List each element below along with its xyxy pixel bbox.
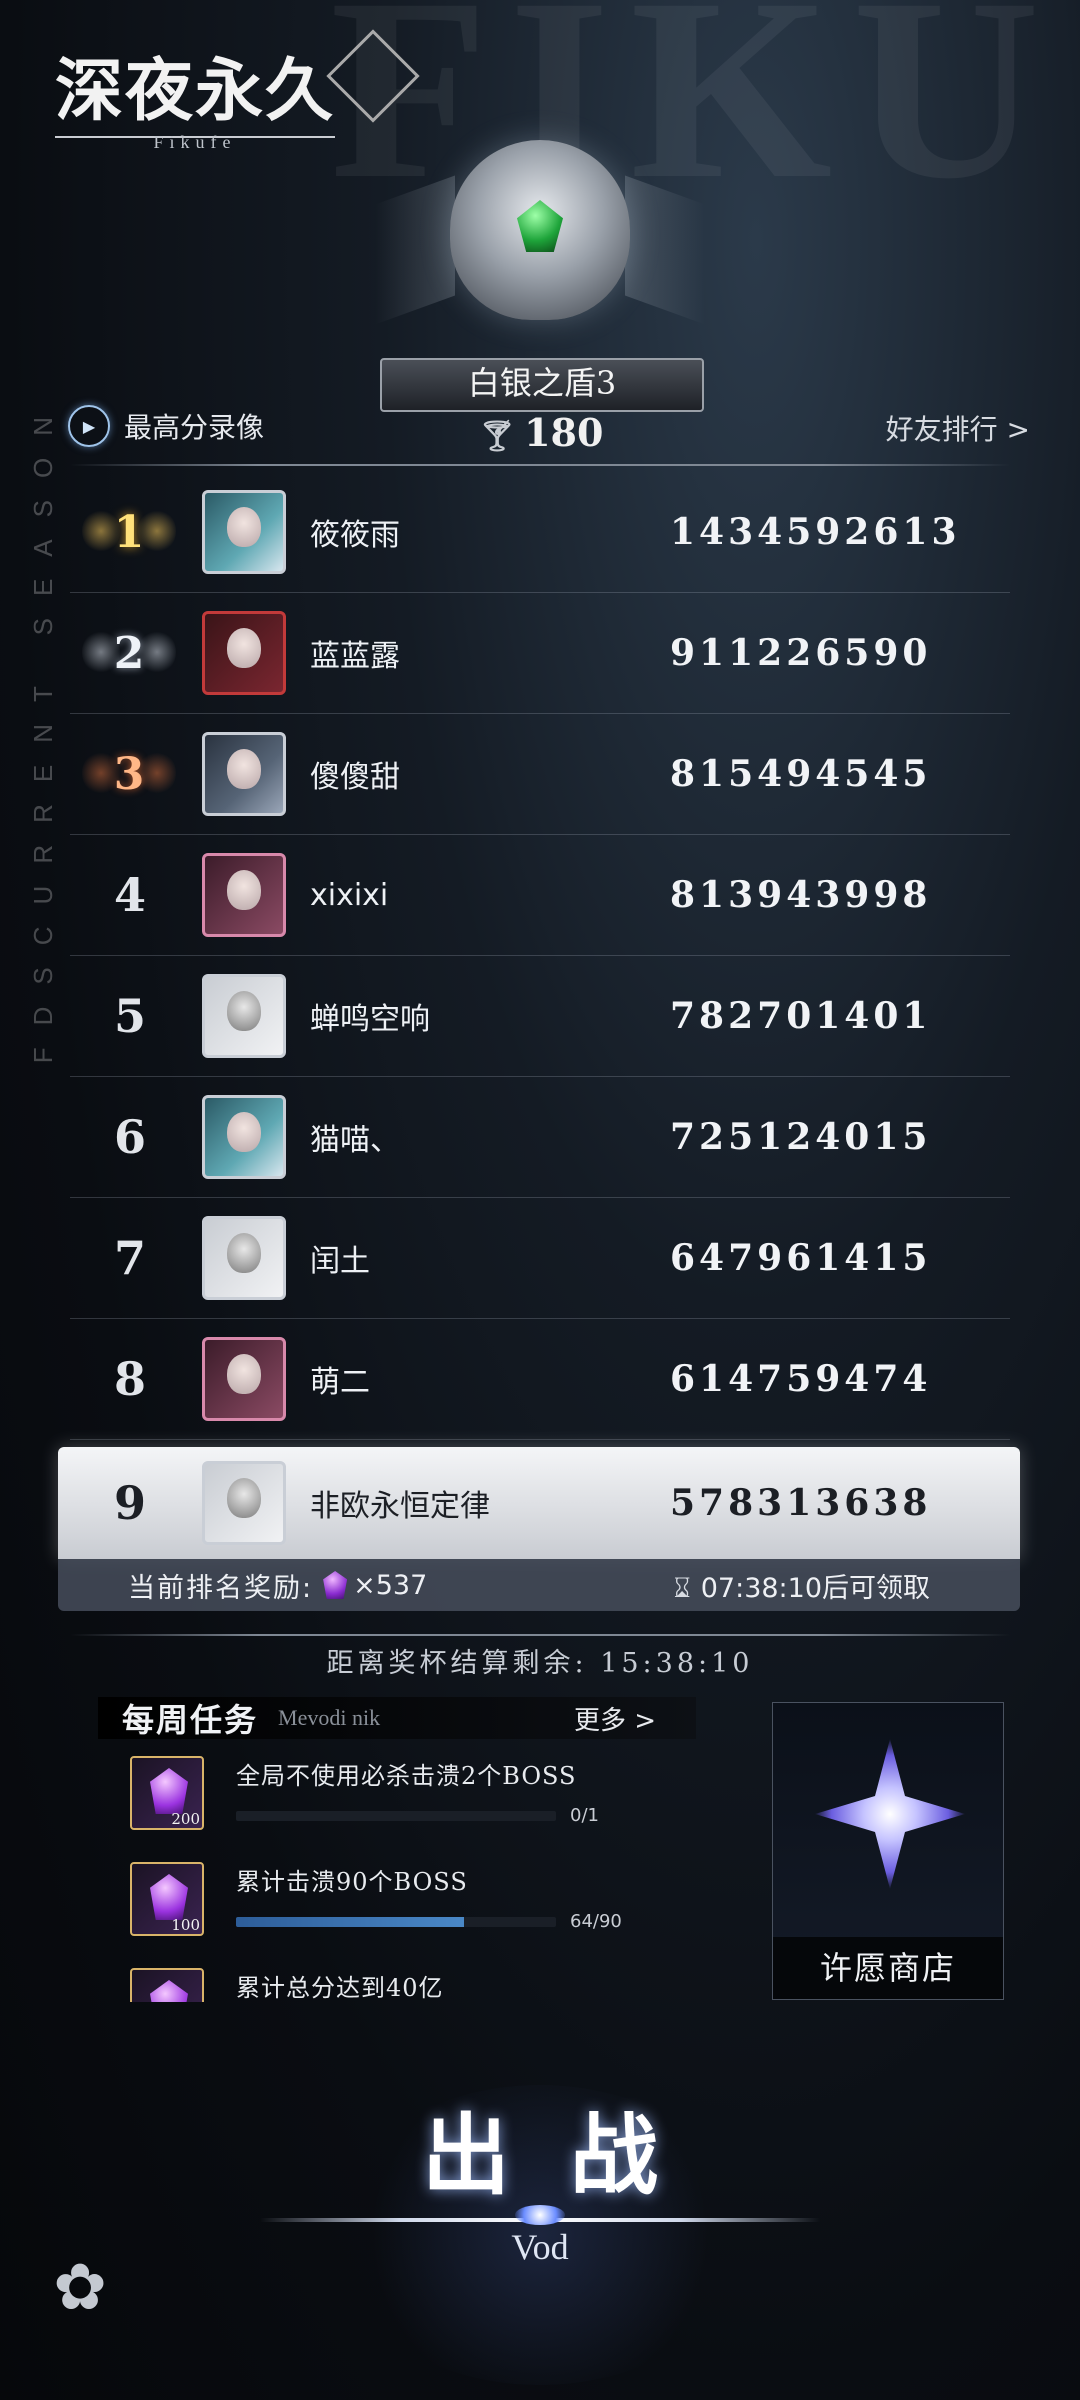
avatar[interactable] bbox=[202, 1337, 286, 1421]
player-name: 蓝蓝露 bbox=[310, 639, 400, 674]
battle-button[interactable]: 出战 Vod bbox=[0, 2085, 1080, 2385]
my-rank-number: 9 bbox=[113, 1476, 146, 1530]
my-rank-row[interactable]: 9 非欧永恒定律 578313638 bbox=[58, 1447, 1020, 1559]
leaderboard-row[interactable]: 8 萌二 614759474 bbox=[70, 1319, 1010, 1440]
battle-glow bbox=[515, 2205, 565, 2225]
player-name: 萌二 bbox=[310, 1365, 370, 1400]
task-progress-bar bbox=[236, 1916, 556, 1927]
player-score: 647961415 bbox=[670, 1237, 932, 1279]
player-name: xixixi bbox=[310, 877, 389, 913]
season-side-text: FDSCURRENT SEASON bbox=[28, 395, 58, 1064]
leaderboard-row[interactable]: 5 蝉鸣空响 782701401 bbox=[70, 956, 1010, 1077]
leaderboard-row[interactable]: 4 xixixi 813943998 bbox=[70, 835, 1010, 956]
avatar[interactable] bbox=[202, 1095, 286, 1179]
rank-tier-banner: 白银之盾3 bbox=[380, 358, 704, 412]
purple-gem-icon bbox=[150, 1980, 188, 2002]
weekly-tasks-title: 每周任务 bbox=[122, 1701, 259, 1739]
player-score: 813943998 bbox=[670, 874, 932, 916]
avatar[interactable] bbox=[202, 974, 286, 1058]
task-progress-bar bbox=[236, 1810, 556, 1821]
silver-medal-icon: 2 bbox=[82, 620, 176, 686]
trophy-count: 🍸︎ 180 bbox=[478, 410, 603, 455]
gold-medal-icon: 1 bbox=[82, 499, 176, 565]
task-item: 200 全局不使用必杀击溃2个BOSS 0/1 bbox=[130, 1756, 626, 1830]
task-progress-text: 64/90 bbox=[570, 1911, 622, 1932]
rank-emblem bbox=[375, 130, 705, 360]
task-description: 全局不使用必杀击溃2个BOSS bbox=[236, 1762, 577, 1790]
player-score: 815494545 bbox=[670, 753, 932, 795]
player-score: 614759474 bbox=[670, 1358, 932, 1400]
current-rank-reward-bar: 当前排名奖励: ×537 ⌛︎ 07:38:10后可领取 bbox=[58, 1559, 1020, 1611]
game-logo: 深夜永久 Fikufe bbox=[55, 29, 420, 153]
leaderboard-list: 1 筱筱雨 1434592613 2 蓝蓝露 911226590 3 傻傻甜 8… bbox=[70, 472, 1010, 1440]
rank-number: 5 bbox=[113, 989, 146, 1043]
play-icon: ▶ bbox=[68, 405, 110, 447]
player-score: 1434592613 bbox=[670, 511, 961, 553]
leaderboard-row[interactable]: 3 傻傻甜 815494545 bbox=[70, 714, 1010, 835]
reward-timer-text: 07:38:10后可领取 bbox=[700, 1572, 930, 1604]
player-name: 蝉鸣空响 bbox=[310, 1002, 430, 1037]
trophy-settlement-countdown: 距离奖杯结算剩余: 15:38:10 bbox=[326, 1648, 754, 1679]
rose-emblem-icon[interactable]: ✿ bbox=[40, 2238, 120, 2338]
task-item: 累计总分达到40亿 bbox=[130, 1968, 626, 2002]
avatar[interactable] bbox=[202, 490, 286, 574]
purple-gem-icon bbox=[323, 1571, 348, 1599]
game-subtitle: Fikufe bbox=[153, 132, 237, 152]
hourglass-icon: ⌛︎ bbox=[673, 1572, 691, 1604]
my-player-score: 578313638 bbox=[670, 1482, 932, 1524]
mid-divider bbox=[70, 1634, 1010, 1636]
leaderboard-row[interactable]: 6 猫喵、 725124015 bbox=[70, 1077, 1010, 1198]
task-reward-icon: 200 bbox=[130, 1756, 204, 1830]
rank-number: 4 bbox=[113, 868, 146, 922]
task-description: 累计击溃90个BOSS bbox=[236, 1868, 468, 1896]
reward-timer: ⌛︎ 07:38:10后可领取 bbox=[674, 1566, 930, 1605]
player-name: 傻傻甜 bbox=[310, 760, 400, 795]
player-name: 筱筱雨 bbox=[310, 518, 400, 553]
game-title: 深夜永久 bbox=[55, 51, 336, 131]
trophy-icon: 🍸︎ bbox=[478, 419, 517, 454]
replay-label: 最高分录像 bbox=[124, 411, 265, 444]
task-reward-icon: 100 bbox=[130, 1862, 204, 1936]
bronze-medal-icon: 3 bbox=[82, 741, 176, 807]
avatar[interactable] bbox=[202, 732, 286, 816]
my-player-name: 非欧永恒定律 bbox=[310, 1489, 490, 1524]
player-score: 725124015 bbox=[670, 1116, 932, 1158]
reward-amount: ×537 bbox=[353, 1569, 428, 1601]
best-score-replay-button[interactable]: ▶ 最高分录像 bbox=[68, 405, 264, 447]
battle-label: 出战 bbox=[421, 2103, 718, 2207]
reward-label: 当前排名奖励: bbox=[128, 1572, 314, 1604]
leaderboard-row[interactable]: 1 筱筱雨 1434592613 bbox=[70, 472, 1010, 593]
purple-gem-icon bbox=[150, 1874, 188, 1920]
player-name: 猫喵、 bbox=[310, 1123, 400, 1158]
rank-number: 6 bbox=[113, 1110, 146, 1164]
leaderboard-row[interactable]: 2 蓝蓝露 911226590 bbox=[70, 593, 1010, 714]
task-description: 累计总分达到40亿 bbox=[236, 1974, 444, 2002]
avatar[interactable] bbox=[202, 611, 286, 695]
avatar[interactable] bbox=[202, 1216, 286, 1300]
task-item: 100 累计击溃90个BOSS 64/90 bbox=[130, 1862, 626, 1936]
player-name: 闰土 bbox=[310, 1244, 370, 1279]
purple-gem-icon bbox=[150, 1768, 188, 1814]
wish-shop-label: 许愿商店 bbox=[773, 1937, 1003, 1999]
star-crystal-icon bbox=[815, 1739, 965, 1889]
my-avatar[interactable] bbox=[202, 1461, 286, 1545]
task-progress-text: 0/1 bbox=[570, 1805, 599, 1826]
top-divider bbox=[70, 464, 1010, 466]
more-tasks-button[interactable]: 更多 > bbox=[574, 1700, 656, 1737]
wish-shop-button[interactable]: 许愿商店 bbox=[772, 1702, 1004, 2000]
task-reward-icon bbox=[130, 1968, 204, 2002]
rank-number: 8 bbox=[113, 1352, 146, 1406]
weekly-tasks-subtitle: Mevodi nik bbox=[278, 1705, 381, 1730]
player-score: 782701401 bbox=[670, 995, 932, 1037]
player-score: 911226590 bbox=[670, 632, 932, 674]
leaderboard-row[interactable]: 7 闰土 647961415 bbox=[70, 1198, 1010, 1319]
rank-number: 7 bbox=[113, 1231, 146, 1285]
battle-sublabel: Vod bbox=[511, 2227, 569, 2267]
trophy-count-value: 180 bbox=[524, 410, 604, 455]
avatar[interactable] bbox=[202, 853, 286, 937]
friends-ranking-link[interactable]: 好友排行 > bbox=[886, 408, 1030, 448]
weekly-tasks-header: 每周任务 Mevodi nik 更多 > bbox=[98, 1697, 696, 1739]
